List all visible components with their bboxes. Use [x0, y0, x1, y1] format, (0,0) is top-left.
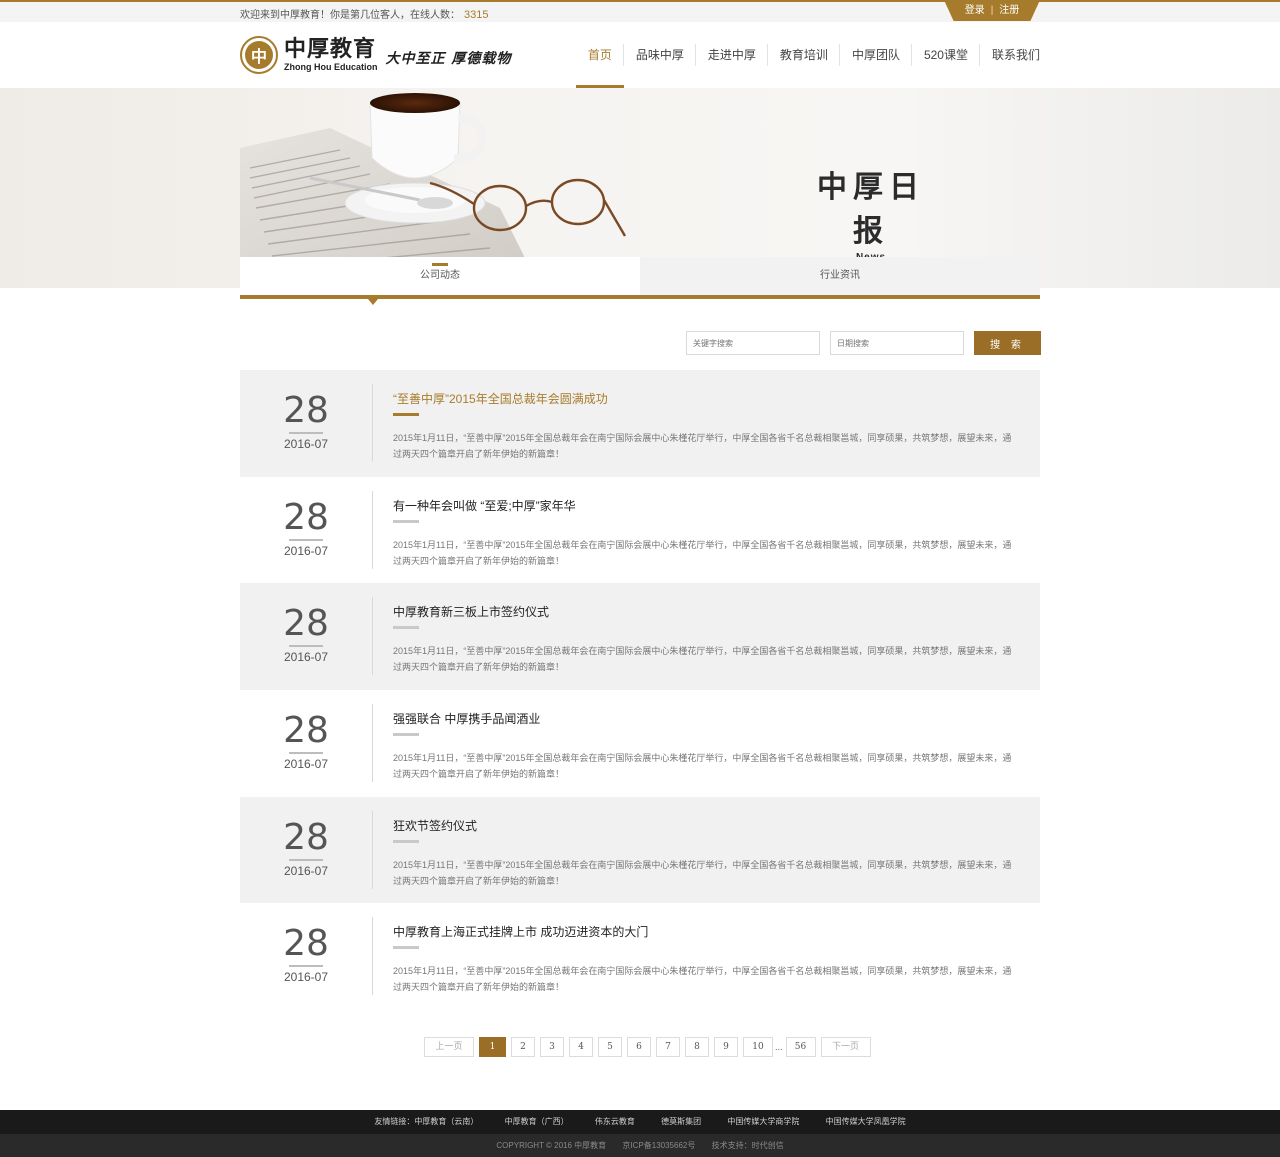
news-date: 28 2016-07	[240, 710, 372, 771]
auth-separator: |	[990, 5, 994, 16]
friend-links: 友情链接：中厚教育（云南） 中厚教育（广西） 伟东云教育 德莫斯集团 中国传媒大…	[0, 1110, 1280, 1134]
page-button-9[interactable]: 9	[714, 1037, 738, 1057]
news-summary: 2015年1月11日，“至善中厚”2015年全国总裁年会在南宁国际会展中心朱槿花…	[393, 646, 1012, 673]
welcome-text: 欢迎来到中厚教育！你是第几位客人，在线人数：	[240, 10, 460, 21]
keyword-search-input[interactable]	[686, 331, 820, 355]
news-date: 28 2016-07	[240, 497, 372, 558]
nav-item-home[interactable]: 首页	[575, 22, 624, 88]
friend-link[interactable]: 中国传媒大学商学院	[727, 1117, 799, 1126]
news-item[interactable]: 28 2016-07 中厚教育上海正式挂牌上市 成功迈进资本的大门 2015年1…	[240, 903, 1040, 1010]
slogan: 大中至正 厚德载物	[385, 51, 512, 67]
page-button-last[interactable]: 56	[785, 1037, 816, 1057]
news-summary: 2015年1月11日，“至善中厚”2015年全国总裁年会在南宁国际会展中心朱槿花…	[393, 539, 1012, 566]
copyright-text: COPYRIGHT © 2016 中厚教育	[496, 1141, 607, 1150]
news-title[interactable]: 狂欢节签约仪式	[393, 817, 1018, 834]
news-item[interactable]: 28 2016-07 狂欢节签约仪式 2015年1月11日，“至善中厚”2015…	[240, 796, 1040, 904]
news-summary: 2015年1月11日，“至善中厚”2015年全国总裁年会在南宁国际会展中心朱槿花…	[393, 433, 1012, 459]
news-month: 2016-07	[283, 650, 329, 665]
news-day: 28	[283, 603, 329, 645]
nav-item-contact[interactable]: 联系我们	[980, 22, 1040, 88]
news-title[interactable]: “至善中厚”2015年全国总裁年会圆满成功	[393, 390, 1018, 407]
copyright-bar: COPYRIGHT © 2016 中厚教育 京ICP备13035662号 技术支…	[0, 1134, 1280, 1157]
news-summary: 2015年1月11日，“至善中厚”2015年全国总裁年会在南宁国际会展中心朱槿花…	[393, 753, 1012, 780]
nav-item-classroom[interactable]: 520课堂	[912, 22, 980, 88]
news-month: 2016-07	[283, 863, 329, 878]
friend-link[interactable]: 友情链接：中厚教育（云南）	[374, 1117, 478, 1126]
auth-links: 登录 | 注册	[944, 0, 1040, 21]
nav-item-training[interactable]: 教育培训	[768, 22, 840, 88]
news-day: 28	[283, 923, 329, 965]
news-title[interactable]: 强强联合 中厚携手品闻酒业	[393, 710, 1018, 727]
header: 中 中厚教育 Zhong Hou Education 大中至正 厚德载物 首页 …	[0, 22, 1280, 88]
news-item[interactable]: 28 2016-07 有一种年会叫做 “至爱;中厚”家年华 2015年1月11日…	[240, 477, 1040, 584]
news-list: 28 2016-07 “至善中厚”2015年全国总裁年会圆满成功 2015年1月…	[240, 370, 1040, 1010]
logo[interactable]: 中 中厚教育 Zhong Hou Education 大中至正 厚德载物	[240, 36, 511, 74]
tab-company-news[interactable]: 公司动态	[240, 257, 640, 295]
prev-page-button[interactable]: 上一页	[424, 1037, 474, 1057]
news-title[interactable]: 有一种年会叫做 “至爱;中厚”家年华	[393, 497, 1018, 514]
news-item[interactable]: 28 2016-07 强强联合 中厚携手品闻酒业 2015年1月11日，“至善中…	[240, 690, 1040, 797]
pagination-ellipsis: ...	[775, 1042, 783, 1052]
logo-emblem-icon: 中	[240, 36, 278, 74]
news-day: 28	[283, 496, 329, 538]
friend-link[interactable]: 德莫斯集团	[661, 1117, 701, 1126]
online-count: 3315	[464, 9, 489, 21]
logo-chinese-name: 中厚教育	[284, 36, 377, 62]
news-item[interactable]: 28 2016-07 中厚教育新三板上市签约仪式 2015年1月11日，“至善中…	[240, 583, 1040, 691]
news-month: 2016-07	[283, 757, 329, 772]
news-date: 28 2016-07	[240, 603, 372, 664]
page-button-5[interactable]: 5	[598, 1037, 622, 1057]
page-button-1[interactable]: 1	[479, 1037, 506, 1057]
friend-link[interactable]: 中国传媒大学凤凰学院	[826, 1117, 906, 1126]
news-title[interactable]: 中厚教育新三板上市签约仪式	[393, 603, 1018, 620]
icp-number: 京ICP备13035662号	[622, 1141, 696, 1150]
search-bar: 搜 索	[686, 331, 1041, 355]
pagination: 上一页 1 2 3 4 5 6 7 8 9 10 ... 56 下一页	[424, 1037, 876, 1057]
login-link[interactable]: 登录	[965, 5, 985, 16]
logo-english-name: Zhong Hou Education	[284, 61, 378, 72]
news-day: 28	[283, 816, 329, 858]
tech-support: 技术支持：时代创信	[711, 1141, 784, 1150]
tabs-area: 公司动态 行业资讯 搜 索	[0, 257, 1280, 368]
nav-item-taste[interactable]: 品味中厚	[624, 22, 696, 88]
banner-heading: 中厚日报 News	[800, 162, 942, 263]
friend-link[interactable]: 伟东云教育	[595, 1117, 635, 1126]
page-button-3[interactable]: 3	[540, 1037, 564, 1057]
news-summary: 2015年1月11日，“至善中厚”2015年全国总裁年会在南宁国际会展中心朱槿花…	[393, 966, 1012, 993]
search-button[interactable]: 搜 索	[974, 331, 1041, 355]
main-nav: 首页 品味中厚 走进中厚 教育培训 中厚团队 520课堂 联系我们	[575, 22, 1040, 88]
register-link[interactable]: 注册	[999, 5, 1019, 16]
category-tabs: 公司动态 行业资讯	[240, 257, 1040, 305]
active-tab-caret-icon	[368, 299, 378, 305]
news-date: 28 2016-07	[240, 817, 372, 878]
news-month: 2016-07	[283, 970, 329, 985]
news-date: 28 2016-07	[240, 390, 372, 451]
news-date: 28 2016-07	[240, 923, 372, 984]
news-title[interactable]: 中厚教育上海正式挂牌上市 成功迈进资本的大门	[393, 923, 1018, 940]
footer: 友情链接：中厚教育（云南） 中厚教育（广西） 伟东云教育 德莫斯集团 中国传媒大…	[0, 1110, 1280, 1157]
date-search-input[interactable]	[830, 331, 964, 355]
news-month: 2016-07	[283, 543, 329, 558]
page-button-8[interactable]: 8	[685, 1037, 709, 1057]
friend-link[interactable]: 中厚教育（广西）	[505, 1117, 569, 1126]
news-item[interactable]: 28 2016-07 “至善中厚”2015年全国总裁年会圆满成功 2015年1月…	[240, 370, 1040, 477]
page-button-10[interactable]: 10	[743, 1037, 773, 1057]
tab-industry-news[interactable]: 行业资讯	[640, 257, 1040, 295]
nav-item-about[interactable]: 走进中厚	[696, 22, 768, 88]
news-day: 28	[283, 390, 329, 431]
news-month: 2016-07	[283, 437, 329, 451]
banner-title: 中厚日报	[817, 170, 925, 249]
welcome-message: 欢迎来到中厚教育！你是第几位客人，在线人数： 3315	[240, 6, 488, 21]
page-button-2[interactable]: 2	[511, 1037, 535, 1057]
page-button-7[interactable]: 7	[656, 1037, 680, 1057]
page-button-6[interactable]: 6	[627, 1037, 651, 1057]
nav-item-team[interactable]: 中厚团队	[840, 22, 912, 88]
page-button-4[interactable]: 4	[569, 1037, 593, 1057]
news-day: 28	[283, 710, 329, 752]
news-summary: 2015年1月11日，“至善中厚”2015年全国总裁年会在南宁国际会展中心朱槿花…	[393, 859, 1012, 886]
next-page-button[interactable]: 下一页	[820, 1037, 871, 1057]
top-bar: 欢迎来到中厚教育！你是第几位客人，在线人数： 3315 登录 | 注册	[0, 0, 1280, 22]
